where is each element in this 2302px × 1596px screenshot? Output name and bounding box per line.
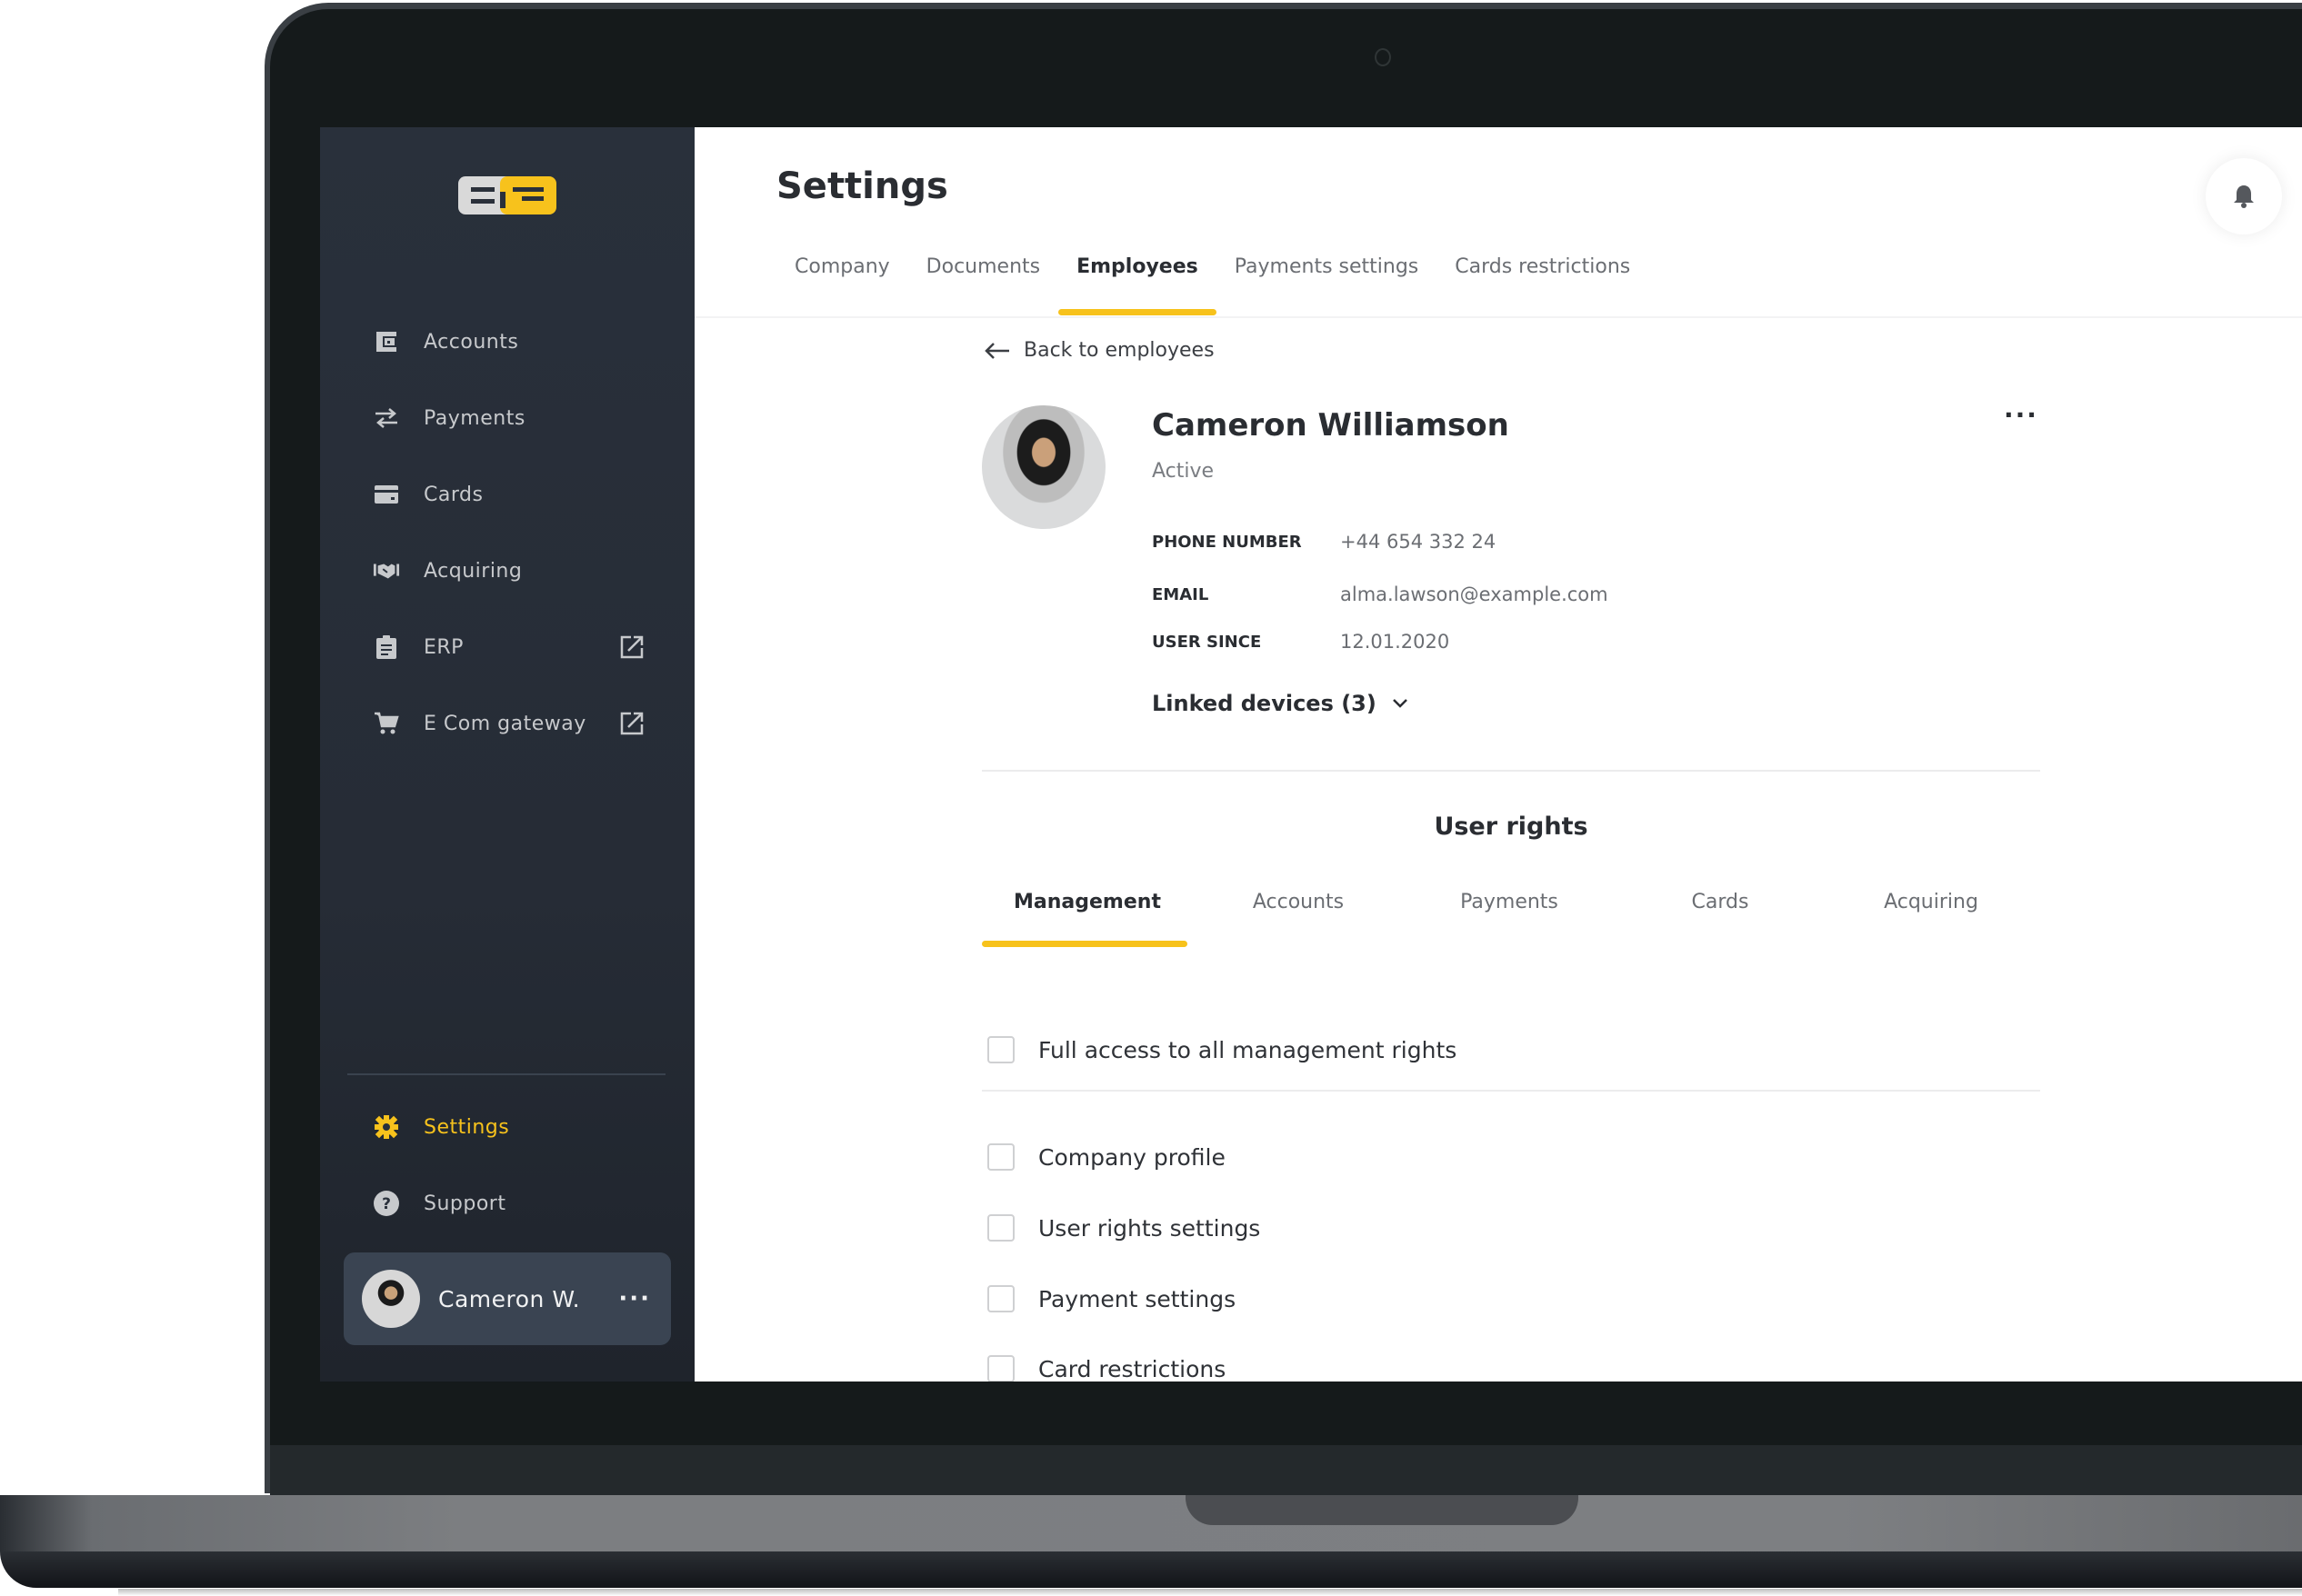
section-divider — [982, 770, 2040, 772]
chevron-down-icon — [1392, 699, 1407, 708]
user-since-value: 12.01.2020 — [1340, 631, 1450, 653]
transfer-arrows-icon — [373, 404, 400, 432]
notifications-button[interactable] — [2206, 158, 2282, 234]
permission-card-restrictions[interactable]: Card restrictions — [987, 1355, 1226, 1382]
checkbox-label: Payment settings — [1038, 1285, 1236, 1312]
sidebar-item-support[interactable]: ? Support — [373, 1185, 646, 1222]
phone-label: PHONE NUMBER — [1152, 533, 1302, 552]
sidebar-item-label: Settings — [424, 1115, 510, 1139]
laptop-base-lower — [0, 1551, 2302, 1588]
checkbox-label: Card restrictions — [1038, 1355, 1226, 1382]
sidebar-item-label: Support — [424, 1192, 506, 1215]
checkbox-label: Company profile — [1038, 1143, 1226, 1171]
sidebar-item-label: E Com gateway — [424, 712, 586, 735]
permission-payment-settings[interactable]: Payment settings — [987, 1285, 1236, 1312]
sidebar-item-cards[interactable]: Cards — [373, 476, 646, 513]
checkbox[interactable] — [987, 1143, 1015, 1171]
tab-documents[interactable]: Documents — [908, 257, 1058, 316]
bell-icon — [2234, 185, 2254, 208]
wallet-icon — [373, 328, 400, 355]
rights-tab-cards[interactable]: Cards — [1615, 891, 1826, 947]
settings-tabs: Company Documents Employees Payments set… — [776, 257, 1648, 316]
camera-icon — [1375, 48, 1391, 66]
handshake-icon — [373, 557, 400, 584]
sidebar-item-label: Payments — [424, 406, 525, 430]
back-to-employees-link[interactable]: Back to employees — [984, 339, 1215, 362]
rights-tab-accounts[interactable]: Accounts — [1193, 891, 1404, 947]
sidebar-item-erp[interactable]: ERP — [373, 629, 646, 665]
tab-company[interactable]: Company — [776, 257, 908, 316]
checkbox-label: User rights settings — [1038, 1214, 1261, 1242]
email-value: alma.lawson@example.com — [1340, 584, 1608, 605]
external-link-icon[interactable] — [618, 710, 646, 737]
tabs-divider — [695, 316, 2302, 318]
gear-icon — [373, 1113, 400, 1141]
external-link-icon[interactable] — [618, 633, 646, 661]
user-rights-title: User rights — [1434, 813, 1588, 841]
main-content: Settings Company Documents Employees Pay… — [695, 127, 2302, 1382]
credit-card-icon — [373, 481, 400, 508]
rights-tab-acquiring[interactable]: Acquiring — [1826, 891, 2037, 947]
laptop-chin — [270, 1445, 2302, 1495]
rights-tab-payments[interactable]: Payments — [1404, 891, 1615, 947]
current-user-name: Cameron W. — [438, 1285, 581, 1312]
sidebar-item-label: ERP — [424, 635, 464, 659]
tab-payments-settings[interactable]: Payments settings — [1216, 257, 1437, 316]
checkbox[interactable] — [987, 1214, 1015, 1242]
clipboard-icon — [373, 633, 400, 661]
linked-devices-label: Linked devices (3) — [1152, 691, 1376, 716]
section-divider — [982, 1090, 2040, 1092]
laptop-base — [0, 1495, 2302, 1551]
full-access-checkbox[interactable]: Full access to all management rights — [987, 1036, 1456, 1063]
avatar — [362, 1270, 420, 1328]
email-label: EMAIL — [1152, 585, 1209, 604]
sidebar-item-payments[interactable]: Payments — [373, 400, 646, 436]
employee-status: Active — [1152, 460, 1215, 483]
rights-tab-management[interactable]: Management — [982, 891, 1193, 947]
checkbox[interactable] — [987, 1036, 1015, 1063]
sidebar-item-acquiring[interactable]: Acquiring — [373, 553, 646, 589]
svg-text:?: ? — [382, 1195, 391, 1213]
current-user-card[interactable]: Cameron W. ··· — [344, 1252, 671, 1345]
brand-logo[interactable] — [458, 175, 556, 216]
page-title: Settings — [776, 165, 948, 207]
more-options-icon[interactable]: ··· — [2004, 400, 2038, 430]
tab-employees[interactable]: Employees — [1058, 257, 1216, 316]
back-label: Back to employees — [1024, 339, 1215, 362]
employee-avatar — [982, 405, 1106, 529]
checkbox[interactable] — [987, 1285, 1015, 1312]
sidebar-item-label: Acquiring — [424, 559, 523, 583]
user-since-label: USER SINCE — [1152, 633, 1262, 652]
permission-company-profile[interactable]: Company profile — [987, 1143, 1226, 1171]
arrow-left-icon — [985, 342, 1009, 359]
sidebar-item-accounts[interactable]: Accounts — [373, 324, 646, 360]
checkbox[interactable] — [987, 1355, 1015, 1382]
cart-icon — [373, 710, 400, 737]
user-rights-tabs: Management Accounts Payments Cards Acqui… — [982, 891, 2040, 947]
linked-devices-toggle[interactable]: Linked devices (3) — [1152, 691, 1409, 716]
phone-value: +44 654 332 24 — [1340, 531, 1496, 553]
sidebar-item-label: Cards — [424, 483, 484, 506]
sidebar-divider — [347, 1073, 666, 1075]
laptop-notch — [1186, 1495, 1578, 1525]
checkbox-label: Full access to all management rights — [1038, 1036, 1457, 1063]
permission-user-rights-settings[interactable]: User rights settings — [987, 1214, 1260, 1242]
screen: Accounts Payments Cards Acquiring ERP E … — [320, 127, 2302, 1382]
more-options-icon[interactable]: ··· — [618, 1285, 651, 1312]
sidebar-item-settings[interactable]: Settings — [373, 1109, 646, 1145]
sidebar-item-label: Accounts — [424, 330, 519, 354]
sidebar-item-ecom-gateway[interactable]: E Com gateway — [373, 705, 646, 742]
sidebar: Accounts Payments Cards Acquiring ERP E … — [320, 127, 695, 1382]
employee-name: Cameron Williamson — [1152, 407, 1509, 444]
help-circle-icon: ? — [373, 1190, 400, 1217]
tab-cards-restrictions[interactable]: Cards restrictions — [1436, 257, 1648, 316]
